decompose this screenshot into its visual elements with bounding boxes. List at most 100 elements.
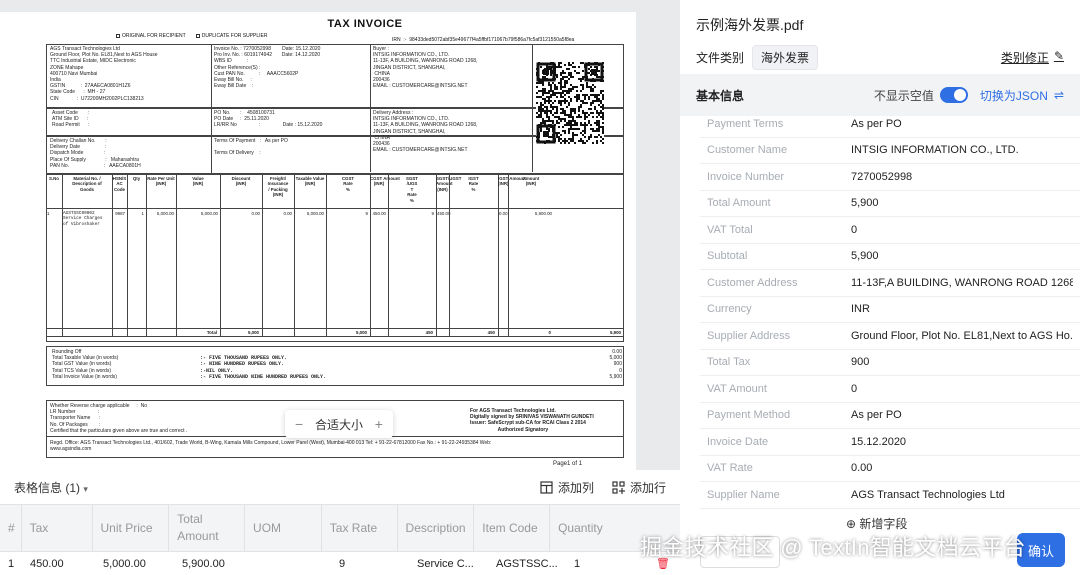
zoom-out-button[interactable]: − — [295, 416, 303, 432]
column-header[interactable]: Unit Price — [93, 505, 170, 551]
table-cell[interactable]: AGSTSSC... — [488, 552, 566, 575]
field-value[interactable]: 0 — [851, 383, 1073, 395]
field-row[interactable]: Customer Name INTSIG INFORMATION CO., LTD… — [700, 138, 1080, 164]
field-value[interactable]: 5,900 — [851, 197, 1073, 209]
field-key: Invoice Date — [707, 435, 769, 448]
invoice-column-header: CGST Rate % — [341, 176, 355, 192]
column-header[interactable]: Total Amount — [169, 505, 246, 551]
column-header[interactable]: Tax Rate — [322, 505, 398, 551]
add-column-icon — [540, 480, 553, 494]
reverse-charge-info: Whether Reverse charge applicable : No L… — [50, 403, 188, 434]
field-value[interactable]: 0 — [851, 224, 1073, 236]
summary-values: 0.00 5,000 900 0 5,900 — [609, 349, 622, 380]
column-header[interactable]: UOM — [245, 505, 322, 551]
category-row: 文件类别 海外发票 类别修正 ✎ — [696, 44, 1076, 70]
field-key: Subtotal — [707, 250, 748, 263]
table-cell[interactable]: Service C... — [409, 552, 488, 575]
field-value[interactable]: 7270052998 — [851, 171, 1073, 183]
field-row[interactable]: Payment Terms As per PO — [700, 111, 1080, 138]
column-header[interactable]: Description — [398, 505, 475, 551]
column-header[interactable]: Tax — [22, 505, 93, 551]
field-value[interactable]: Ground Floor, Plot No. EL81,Next to AGS … — [851, 330, 1073, 342]
invoice-column-header: Material No. / Description of Goods — [72, 176, 102, 192]
field-key: Invoice Number — [707, 170, 785, 183]
table-cell[interactable]: 450.00 — [22, 552, 95, 575]
table-cell[interactable]: 1 — [566, 552, 626, 575]
invoice-column-header: CGST Amount (INR) — [370, 176, 400, 187]
field-value[interactable]: 0.00 — [851, 462, 1073, 474]
invoice-total-cell: Total — [206, 330, 217, 335]
invoice-total-cell: 5,000 — [248, 330, 259, 335]
add-field-label: 新增字段 — [859, 517, 908, 531]
invoice-cell: 1 — [47, 211, 50, 216]
table-info-dropdown[interactable]: 表格信息 (1) ▾ — [14, 479, 88, 496]
field-value[interactable]: 11-13F,A BUILDING, WANRONG ROAD 1268,... — [851, 277, 1073, 289]
field-key: Total Tax — [707, 356, 751, 369]
invoice-total-cell: 0 — [548, 330, 551, 335]
column-header[interactable]: Item Code — [474, 505, 551, 551]
invoice-column-header: Rate Per Unit (INR) — [147, 176, 175, 187]
table-cell[interactable]: 5,900.00 — [174, 552, 252, 575]
dispatch-info: Delivery Challan No. : Delivery Date : D… — [50, 138, 141, 169]
invoice-details: Invoice No. : 7270052998 Date: 15.12.202… — [214, 46, 321, 90]
add-column-button[interactable]: 添加列 — [540, 479, 594, 496]
table-cell[interactable] — [252, 552, 331, 575]
field-value[interactable]: As per PO — [851, 118, 1073, 130]
field-key: Total Amount — [707, 197, 771, 210]
registered-office: Regd. Office: AGS Transact Technologies … — [50, 440, 492, 453]
field-row[interactable]: Total Tax 900 — [700, 350, 1080, 376]
invoice-column-header: HSN/S AC Code — [112, 176, 127, 192]
field-value[interactable]: 900 — [851, 356, 1073, 368]
zoom-in-button[interactable]: + — [375, 416, 383, 432]
field-value[interactable]: As per PO — [851, 409, 1073, 421]
add-row-icon — [612, 480, 625, 494]
table-header-row: # Tax Unit Price Total Amount UOM Tax Ra… — [0, 504, 680, 552]
field-row[interactable]: Payment Method As per PO — [700, 403, 1080, 429]
table-cell[interactable]: 1 — [0, 552, 22, 575]
field-row[interactable]: Currency INR — [700, 297, 1080, 323]
invoice-column-header: SGST /UGS T Rate % — [406, 176, 418, 203]
field-value[interactable]: 15.12.2020 — [851, 436, 1073, 448]
field-row[interactable]: Supplier Name AGS Transact Technologies L… — [700, 482, 1080, 509]
basic-info-bar: 基本信息 不显示空值 切换为JSON ⇌ — [680, 74, 1080, 116]
po-info: PO No. : 4508100731 PO Date : 25.11.2020… — [214, 110, 323, 129]
field-value[interactable]: 5,900 — [851, 250, 1073, 262]
field-value[interactable]: AGS Transact Technologies Ltd — [851, 489, 1073, 501]
invoice-cell: 9 — [365, 211, 368, 216]
column-header[interactable]: # — [0, 505, 22, 551]
field-row[interactable]: Total Amount 5,900 — [700, 191, 1080, 217]
field-value[interactable]: INTSIG INFORMATION CO., LTD. — [851, 144, 1073, 156]
field-row[interactable]: VAT Rate 0.00 — [700, 456, 1080, 482]
field-row[interactable]: Customer Address 11-13F,A BUILDING, WANRO… — [700, 270, 1080, 297]
invoice-cell: 1 — [141, 211, 144, 216]
zoom-fit-label[interactable]: 合适大小 — [315, 416, 363, 433]
switch-json-button[interactable]: 切换为JSON ⇌ — [980, 87, 1064, 104]
invoice-total-cell: 450 — [487, 330, 495, 335]
field-key: Payment Method — [707, 409, 791, 422]
field-row[interactable]: Subtotal 5,900 — [700, 244, 1080, 270]
hide-empty-toggle[interactable] — [939, 87, 968, 103]
signatory-info: For AGS Transact Technologies Ltd. Digit… — [470, 408, 594, 433]
items-table — [46, 174, 624, 342]
table-cell[interactable]: 5,000.00 — [95, 552, 174, 575]
field-row[interactable]: VAT Total 0 — [700, 217, 1080, 244]
invoice-cell: 450.00 — [372, 211, 386, 216]
invoice-cell: 9987 — [115, 211, 125, 216]
table-row[interactable]: 1 450.00 5,000.00 5,900.00 9 Service C..… — [0, 552, 680, 575]
table-cell[interactable]: 9 — [331, 552, 409, 575]
field-key: VAT Rate — [707, 462, 753, 475]
category-correct-button[interactable]: 类别修正 ✎ — [1001, 49, 1064, 66]
summary-words: :- FIVE THOUSAND RUPEES ONLY. :- NINE HU… — [200, 355, 327, 380]
field-row[interactable]: Invoice Number 7270052998 — [700, 164, 1080, 191]
copy-duplicate: DUPLICATE FOR SUPPLIER — [201, 33, 268, 39]
category-tag: 海外发票 — [752, 44, 819, 70]
document-viewer[interactable]: TAX INVOICE ORIGINAL FOR RECIPIENT DUPLI… — [0, 0, 680, 470]
invoice-column-header: IGST Amount (INR) — [498, 176, 526, 187]
field-value[interactable]: INR — [851, 303, 1073, 315]
invoice-cell: 5,000.00 — [200, 211, 218, 216]
field-row[interactable]: VAT Amount 0 — [700, 376, 1080, 403]
checkbox-icon — [195, 33, 200, 38]
field-row[interactable]: Supplier Address Ground Floor, Plot No. E… — [700, 323, 1080, 350]
field-row[interactable]: Invoice Date 15.12.2020 — [700, 429, 1080, 456]
add-row-button[interactable]: 添加行 — [612, 479, 666, 496]
